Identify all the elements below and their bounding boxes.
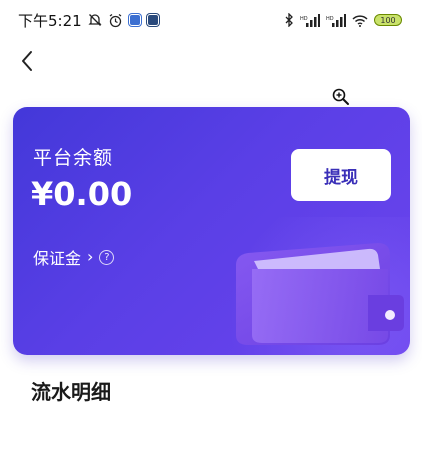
chevron-right-icon: › <box>87 247 94 266</box>
balance-card: 平台余额 ¥0.00 提现 保证金 › ? <box>13 107 410 355</box>
balance-label: 平台余额 <box>33 147 114 169</box>
deposit-label: 保证金 <box>33 249 82 268</box>
wallet-illustration <box>236 243 404 345</box>
app-notification-icon <box>128 14 141 26</box>
app-notification-icon <box>146 14 159 26</box>
status-right: HD HD 100 <box>284 13 402 27</box>
withdraw-button[interactable]: 提现 <box>291 149 391 201</box>
back-arrow-icon <box>22 51 32 71</box>
zoom-in-icon[interactable] <box>332 88 350 106</box>
alarm-clock-icon <box>108 13 123 28</box>
deposit-link[interactable]: 保证金 › ? <box>33 245 115 269</box>
mute-bell-icon <box>88 13 102 27</box>
signal-hd-icon: HD <box>300 13 320 27</box>
status-bar: 下午5:21 HD HD 100 <box>0 0 422 40</box>
battery-icon: 100 <box>374 14 402 26</box>
back-button[interactable] <box>16 48 38 74</box>
transaction-details-title: 流水明细 <box>31 380 111 404</box>
bluetooth-icon <box>284 13 294 27</box>
svg-text:HD: HD <box>300 16 308 22</box>
status-time: 下午5:21 <box>18 11 82 30</box>
status-left: 下午5:21 <box>18 10 159 31</box>
question-circle-icon[interactable]: ? <box>99 249 115 265</box>
signal-hd-icon: HD <box>326 13 346 27</box>
balance-amount: ¥0.00 <box>31 175 133 213</box>
svg-text:HD: HD <box>326 16 334 22</box>
wifi-icon <box>352 14 368 27</box>
